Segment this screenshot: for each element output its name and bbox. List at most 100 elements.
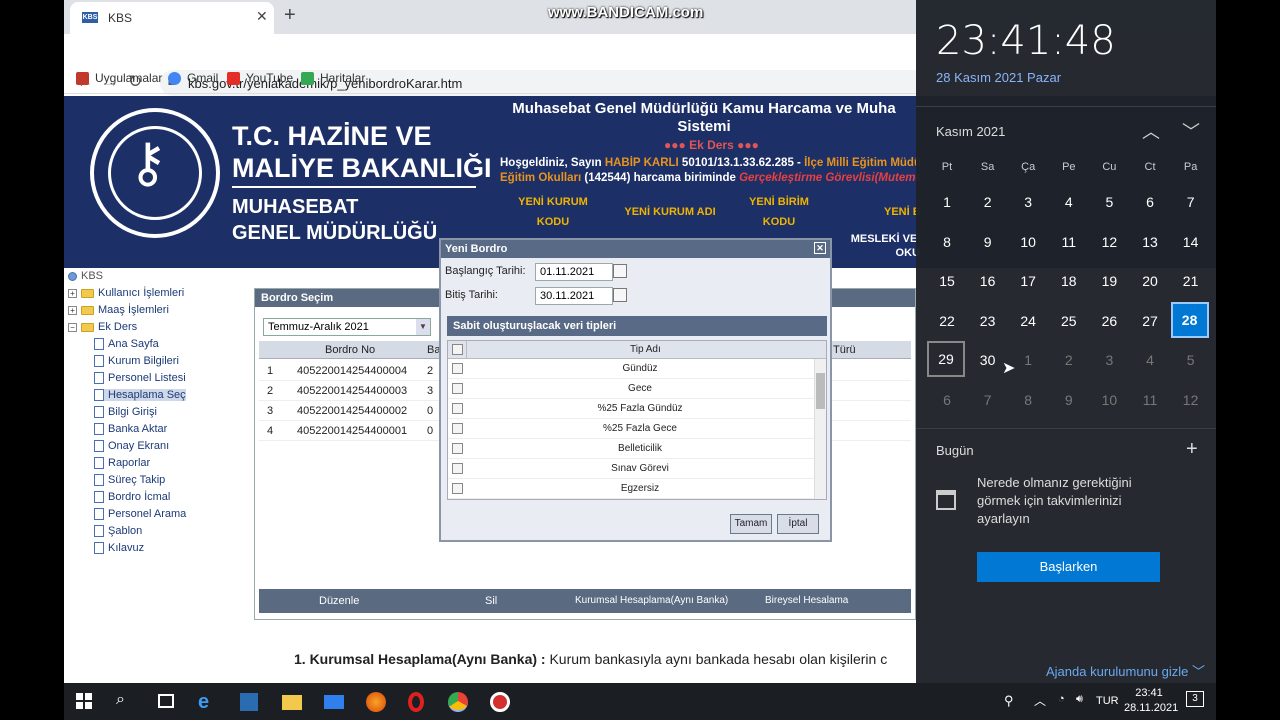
type-checkbox[interactable]: [452, 483, 463, 494]
chevron-up-icon[interactable]: ︿: [1142, 118, 1160, 144]
type-checkbox[interactable]: [452, 443, 463, 454]
type-row[interactable]: Gündüz: [448, 359, 814, 379]
network-icon[interactable]: ◔: [1058, 693, 1065, 705]
scroll-thumb[interactable]: [816, 373, 825, 409]
calendar-day[interactable]: 27: [1130, 302, 1170, 340]
end-date-field[interactable]: 30.11.2021: [535, 287, 613, 305]
cancel-button[interactable]: İptal: [777, 514, 819, 534]
calendar-day[interactable]: 28: [1170, 301, 1209, 338]
type-row[interactable]: Gece: [448, 379, 814, 399]
calendar-day[interactable]: 3: [1089, 341, 1129, 379]
calendar-day[interactable]: 26: [1089, 302, 1129, 340]
calendar-day[interactable]: 6: [927, 381, 967, 419]
tree-item[interactable]: Hesaplama Seç: [94, 389, 186, 401]
calendar-day[interactable]: 16: [968, 262, 1008, 300]
tree-item[interactable]: Onay Ekranı: [94, 440, 169, 452]
tree-item[interactable]: Banka Aktar: [94, 423, 167, 435]
tree-item[interactable]: Şablon: [94, 525, 142, 537]
calendar-day[interactable]: 9: [1049, 381, 1089, 419]
calendar-day[interactable]: 20: [1130, 262, 1170, 300]
tree-item[interactable]: Personel Arama: [94, 508, 186, 520]
tree-item[interactable]: Bordro İcmal: [94, 491, 170, 503]
calendar-day[interactable]: 14: [1171, 223, 1211, 261]
tree-item[interactable]: Kılavuz: [94, 542, 144, 554]
volume-icon[interactable]: 🔊︎: [1076, 693, 1083, 706]
calendar-day[interactable]: 13: [1130, 223, 1170, 261]
calendar-day[interactable]: 10: [1089, 381, 1129, 419]
bandicam-icon[interactable]: [490, 692, 510, 712]
individual-calc-button[interactable]: Bireysel Hesalama: [765, 595, 848, 606]
calendar-day[interactable]: 8: [1008, 381, 1048, 419]
file-explorer-icon[interactable]: [282, 695, 302, 710]
calendar-day[interactable]: 10: [1008, 223, 1048, 261]
calendar-day[interactable]: 18: [1049, 262, 1089, 300]
mail-icon[interactable]: [324, 695, 344, 709]
tab-kbs[interactable]: KBS KBS ✕: [70, 2, 274, 34]
calendar-day[interactable]: 7: [968, 381, 1008, 419]
period-select[interactable]: Temmuz-Aralık 2021 ▼: [263, 318, 431, 336]
notification-icon[interactable]: 3: [1186, 691, 1204, 707]
type-row[interactable]: Sınav Görevi: [448, 459, 814, 479]
type-checkbox[interactable]: [452, 423, 463, 434]
taskbar-clock[interactable]: 23:41 28.11.2021: [1124, 687, 1178, 714]
store-icon[interactable]: [240, 693, 258, 711]
bookmark-maps[interactable]: Haritalar: [301, 71, 365, 85]
chevron-down-icon[interactable]: ﹀: [1182, 118, 1200, 144]
new-tab-icon[interactable]: +: [284, 4, 296, 27]
calendar-day[interactable]: 7: [1171, 183, 1211, 221]
edge-icon[interactable]: e: [198, 691, 220, 713]
tree-item[interactable]: Süreç Takip: [94, 474, 165, 486]
bookmark-gmail[interactable]: Gmail: [168, 71, 218, 85]
type-checkbox[interactable]: [452, 403, 463, 414]
close-icon[interactable]: ✕: [814, 242, 826, 254]
opera-icon[interactable]: [408, 692, 424, 712]
calendar-day[interactable]: 2: [1049, 341, 1089, 379]
calendar-day[interactable]: 21: [1171, 262, 1211, 300]
expand-icon[interactable]: +: [68, 288, 77, 298]
vertical-scrollbar[interactable]: [814, 359, 826, 499]
calendar-day[interactable]: 5: [1089, 183, 1129, 221]
tree-item[interactable]: Raporlar: [94, 457, 150, 469]
calendar-day[interactable]: 25: [1049, 302, 1089, 340]
start-date-field[interactable]: 01.11.2021: [535, 263, 613, 281]
calendar-day[interactable]: 6: [1130, 183, 1170, 221]
calendar-day[interactable]: 4: [1130, 341, 1170, 379]
bookmark-youtube[interactable]: YouTube: [227, 71, 293, 85]
calendar-picker-icon[interactable]: [613, 264, 627, 278]
chrome-icon[interactable]: [448, 692, 468, 712]
calendar-day[interactable]: 11: [1130, 381, 1170, 419]
bookmark-apps[interactable]: Uygulamalar: [76, 71, 162, 85]
edit-button[interactable]: Düzenle: [319, 595, 359, 607]
close-tab-icon[interactable]: ✕: [256, 8, 268, 25]
firefox-icon[interactable]: [366, 692, 386, 712]
tree-folder-users[interactable]: + Kullanıcı İşlemleri: [68, 287, 184, 299]
type-row[interactable]: Egzersiz: [448, 479, 814, 499]
type-checkbox[interactable]: [452, 363, 463, 374]
people-icon[interactable]: ⚲: [1004, 693, 1014, 709]
calendar-day[interactable]: 23: [968, 302, 1008, 340]
calendar-day[interactable]: 12: [1171, 381, 1211, 419]
search-icon[interactable]: ⌕: [116, 691, 138, 713]
delete-button[interactable]: Sil: [485, 595, 497, 607]
calendar-day[interactable]: 4: [1049, 183, 1089, 221]
add-event-icon[interactable]: +: [1186, 438, 1198, 461]
ok-button[interactable]: Tamam: [730, 514, 772, 534]
tree-folder-ekders[interactable]: − Ek Ders: [68, 321, 137, 333]
calendar-day[interactable]: 3: [1008, 183, 1048, 221]
language-indicator[interactable]: TUR: [1096, 695, 1119, 707]
collapse-icon[interactable]: −: [68, 322, 77, 332]
clock-date[interactable]: 28 Kasım 2021 Pazar: [936, 70, 1061, 85]
windows-start-icon[interactable]: [76, 693, 92, 709]
task-view-icon[interactable]: [158, 694, 174, 708]
calendar-day[interactable]: 5: [1171, 341, 1211, 379]
type-row[interactable]: %25 Fazla Gece: [448, 419, 814, 439]
type-checkbox[interactable]: [452, 463, 463, 474]
tree-item[interactable]: Bilgi Girişi: [94, 406, 157, 418]
tree-folder-salary[interactable]: + Maaş İşlemleri: [68, 304, 169, 316]
calendar-day[interactable]: 24: [1008, 302, 1048, 340]
calendar-day[interactable]: 8: [927, 223, 967, 261]
calendar-day[interactable]: 19: [1089, 262, 1129, 300]
show-hidden-icon[interactable]: ︿: [1034, 692, 1046, 709]
hide-agenda-link[interactable]: Ajanda kurulumunu gizle ﹀: [1046, 661, 1205, 680]
tree-item[interactable]: Personel Listesi: [94, 372, 186, 384]
